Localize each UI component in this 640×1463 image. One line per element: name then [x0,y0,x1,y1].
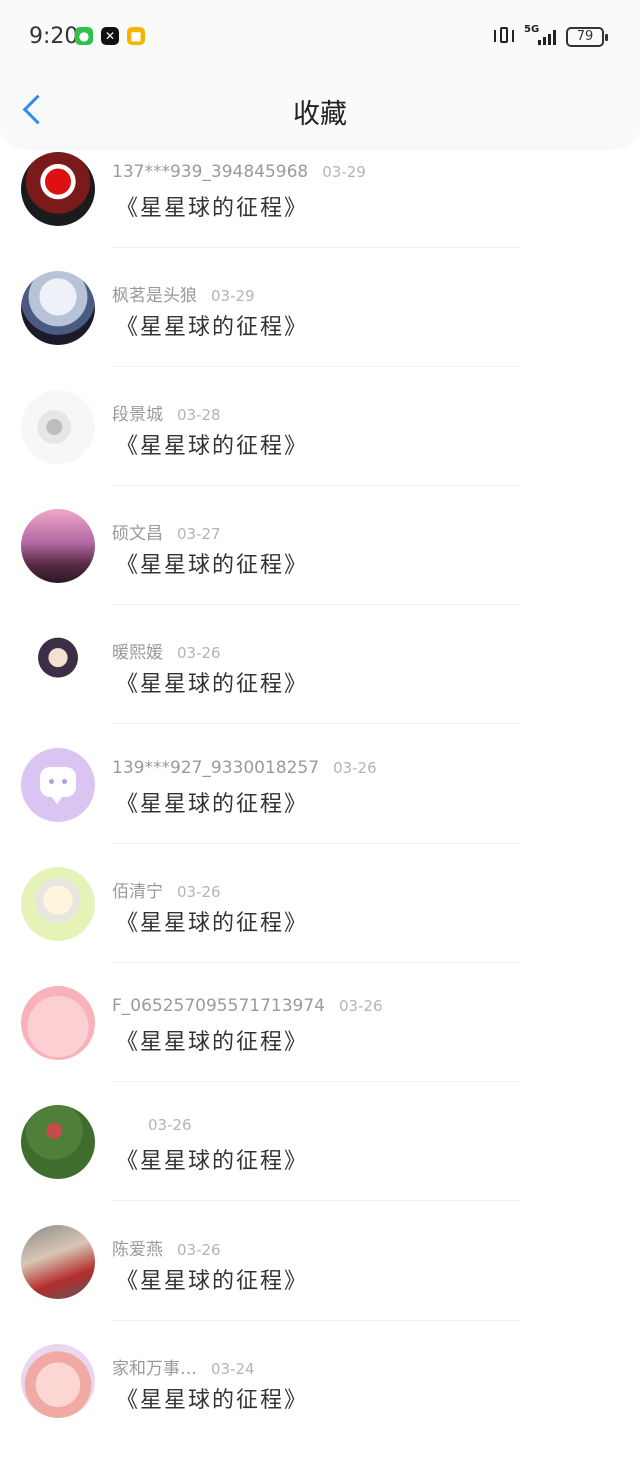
divider [112,604,520,605]
date: 03-29 [322,163,366,181]
divider [112,366,520,367]
username: 枫茗是头狼 [112,286,197,306]
username: 段景城 [112,405,163,425]
avatar[interactable] [21,748,95,822]
item-meta: 暖熙媛 03-26 [112,638,221,663]
wechat-icon: ● [75,27,93,45]
divider [112,485,520,486]
favorite-item[interactable]: 暖熙媛 03-26 《星星球的征程》 [0,628,640,747]
favorite-item[interactable]: 家和万事… 03-24 《星星球的征程》 [0,1344,640,1463]
date: 03-26 [177,644,221,662]
avatar[interactable] [21,271,95,345]
divider [112,1320,520,1321]
date: 03-26 [177,883,221,901]
book-title[interactable]: 《星星球的征程》 [116,1382,308,1414]
item-meta: 枫茗是头狼 03-29 [112,281,255,306]
book-title[interactable]: 《星星球的征程》 [116,1143,308,1175]
avatar[interactable] [21,152,95,226]
book-title[interactable]: 《星星球的征程》 [116,1024,308,1056]
book-title[interactable]: 《星星球的征程》 [116,666,308,698]
book-title[interactable]: 《星星球的征程》 [116,309,308,341]
item-meta: 佰清宁 03-26 [112,877,221,902]
book-title[interactable]: 《星星球的征程》 [116,1263,308,1295]
username: 家和万事… [112,1359,197,1379]
divider [112,1200,520,1201]
vibrate-icon [494,26,514,46]
item-meta: F_065257095571713974 03-26 [112,996,383,1016]
date: 03-29 [211,287,255,305]
favorite-item[interactable]: 137***939_394845968 03-29 《星星球的征程》 [0,152,640,271]
signal-icon [538,29,558,45]
page-title: 收藏 [293,99,347,130]
item-meta: 139***927_9330018257 03-26 [112,758,377,778]
book-title[interactable]: 《星星球的征程》 [116,547,308,579]
chat-bubble-icon [40,767,76,804]
favorite-item[interactable]: 枫茗是头狼 03-29 《星星球的征程》 [0,271,640,390]
battery-level: 79 [576,29,594,44]
divider [112,247,520,248]
avatar[interactable] [21,1225,95,1299]
avatar[interactable] [21,390,95,464]
username: 139***927_9330018257 [112,758,320,778]
date: 03-24 [211,1360,255,1378]
item-meta: 硕文昌 03-27 [112,519,221,544]
divider [112,1081,520,1082]
book-title[interactable]: 《星星球的征程》 [116,190,308,222]
favorite-item[interactable]: 硕文昌 03-27 《星星球的征程》 [0,509,640,628]
avatar[interactable] [21,509,95,583]
avatar[interactable] [21,1344,95,1418]
book-title[interactable]: 《星星球的征程》 [116,428,308,460]
status-time: 9:20 [29,24,79,49]
divider [112,723,520,724]
favorite-item[interactable]: 段景城 03-28 《星星球的征程》 [0,390,640,509]
username: 佰清宁 [112,882,163,902]
avatar[interactable] [21,867,95,941]
item-meta: 03-26 [148,1115,192,1135]
date: 03-27 [177,525,221,543]
notes-icon: ■ [127,27,145,45]
title-bar: 收藏 [0,74,640,146]
divider [112,843,520,844]
favorite-item[interactable]: 陈爱燕 03-26 《星星球的征程》 [0,1225,640,1344]
item-meta: 家和万事… 03-24 [112,1354,255,1379]
capcut-icon: ✕ [101,27,119,45]
book-title[interactable]: 《星星球的征程》 [116,786,308,818]
avatar[interactable] [21,986,95,1060]
item-meta: 陈爱燕 03-26 [112,1235,221,1260]
username: 陈爱燕 [112,1240,163,1260]
status-bar: 9:20 ● ✕ ■ 5G 79 [0,0,640,74]
username: 硕文昌 [112,524,163,544]
username: 137***939_394845968 [112,162,309,182]
battery-icon: 79 [566,27,608,47]
date: 03-26 [177,1241,221,1259]
item-meta: 段景城 03-28 [112,400,221,425]
username: 暖熙媛 [112,643,163,663]
favorite-item[interactable]: 03-26 《星星球的征程》 [0,1105,640,1224]
header: 9:20 ● ✕ ■ 5G 79 收藏 [0,0,640,146]
item-meta: 137***939_394845968 03-29 [112,162,366,182]
favorite-item[interactable]: 139***927_9330018257 03-26 《星星球的征程》 [0,748,640,867]
username: F_065257095571713974 [112,996,325,1016]
book-title[interactable]: 《星星球的征程》 [116,905,308,937]
avatar[interactable] [21,628,95,702]
date: 03-26 [338,997,383,1015]
favorite-item[interactable]: 佰清宁 03-26 《星星球的征程》 [0,867,640,986]
divider [112,962,520,963]
date: 03-28 [177,406,221,424]
avatar[interactable] [21,1105,95,1179]
favorite-item[interactable]: F_065257095571713974 03-26 《星星球的征程》 [0,986,640,1105]
network-label: 5G [524,24,540,35]
date: 03-26 [333,759,377,777]
date: 03-26 [148,1116,192,1134]
